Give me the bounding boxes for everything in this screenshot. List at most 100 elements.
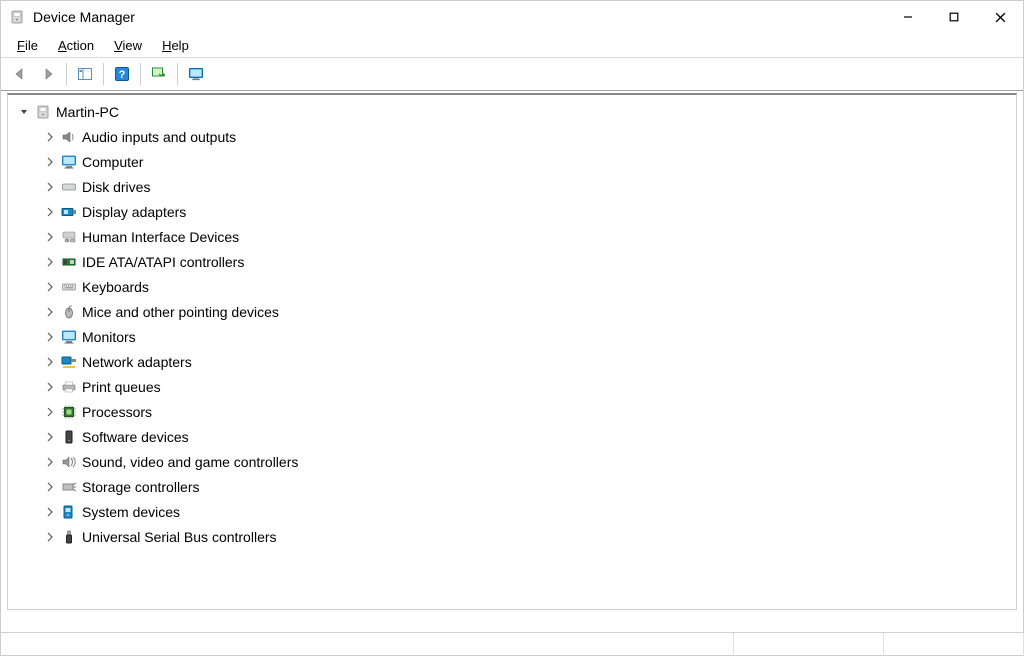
tree-item-label: Sound, video and game controllers — [82, 454, 298, 470]
disk-drive-icon — [60, 178, 78, 196]
keyboard-icon — [60, 278, 78, 296]
tree-item[interactable]: System devices — [8, 499, 1016, 524]
tree-item-label: Storage controllers — [82, 479, 200, 495]
scan-hardware-button[interactable] — [146, 62, 172, 86]
close-button[interactable] — [977, 1, 1023, 33]
chevron-right-icon[interactable] — [44, 331, 56, 343]
device-tree[interactable]: Martin-PC Audio inputs and outputs Comput… — [7, 93, 1017, 610]
status-pane — [0, 633, 734, 656]
forward-button[interactable] — [35, 62, 61, 86]
tree-item[interactable]: Keyboards — [8, 274, 1016, 299]
monitor-toolbar-button[interactable] — [183, 62, 209, 86]
tree-item-label: Human Interface Devices — [82, 229, 239, 245]
toolbar-separator — [140, 63, 141, 85]
tree-item[interactable]: Network adapters — [8, 349, 1016, 374]
chevron-right-icon[interactable] — [44, 306, 56, 318]
maximize-button[interactable] — [931, 1, 977, 33]
help-button[interactable] — [109, 62, 135, 86]
tree-item-label: Universal Serial Bus controllers — [82, 529, 277, 545]
processor-icon — [60, 403, 78, 421]
menu-action[interactable]: Action — [48, 36, 104, 55]
status-pane — [734, 633, 884, 656]
chevron-right-icon[interactable] — [44, 156, 56, 168]
toolbar-separator — [103, 63, 104, 85]
tree-root[interactable]: Martin-PC — [8, 99, 1016, 124]
tree-item[interactable]: Display adapters — [8, 199, 1016, 224]
menu-view[interactable]: View — [104, 36, 152, 55]
printer-icon — [60, 378, 78, 396]
scan-hardware-icon — [151, 66, 167, 82]
tree-item-label: Display adapters — [82, 204, 186, 220]
display-adapter-icon — [60, 203, 78, 221]
tree-item[interactable]: Print queues — [8, 374, 1016, 399]
chevron-right-icon[interactable] — [44, 231, 56, 243]
monitor-icon — [60, 328, 78, 346]
chevron-right-icon[interactable] — [44, 431, 56, 443]
back-button[interactable] — [7, 62, 33, 86]
chevron-right-icon[interactable] — [44, 181, 56, 193]
monitor-icon — [188, 66, 204, 82]
network-adapter-icon — [60, 353, 78, 371]
menu-file[interactable]: File — [7, 36, 48, 55]
chevron-right-icon[interactable] — [44, 356, 56, 368]
show-hide-console-tree-button[interactable] — [72, 62, 98, 86]
tree-item[interactable]: Software devices — [8, 424, 1016, 449]
tree-item[interactable]: Audio inputs and outputs — [8, 124, 1016, 149]
storage-controller-icon — [60, 478, 78, 496]
chevron-right-icon[interactable] — [44, 531, 56, 543]
chevron-right-icon[interactable] — [44, 131, 56, 143]
tree-item[interactable]: Computer — [8, 149, 1016, 174]
app-icon — [9, 9, 25, 25]
help-icon — [114, 66, 130, 82]
toolbar-separator — [66, 63, 67, 85]
status-bar — [0, 632, 1024, 656]
usb-icon — [60, 528, 78, 546]
tree-item-label: IDE ATA/ATAPI controllers — [82, 254, 244, 270]
tree-item-label: Mice and other pointing devices — [82, 304, 279, 320]
tree-item[interactable]: Sound, video and game controllers — [8, 449, 1016, 474]
minimize-button[interactable] — [885, 1, 931, 33]
tree-item[interactable]: Monitors — [8, 324, 1016, 349]
chevron-right-icon[interactable] — [44, 481, 56, 493]
show-hide-console-tree-icon — [77, 66, 93, 82]
title-bar: Device Manager — [1, 1, 1023, 33]
toolbar — [1, 57, 1023, 91]
tree-item[interactable]: IDE ATA/ATAPI controllers — [8, 249, 1016, 274]
mouse-icon — [60, 303, 78, 321]
menu-help[interactable]: Help — [152, 36, 199, 55]
tree-item[interactable]: Storage controllers — [8, 474, 1016, 499]
monitor-icon — [60, 153, 78, 171]
tree-item[interactable]: Human Interface Devices — [8, 224, 1016, 249]
chevron-right-icon[interactable] — [44, 256, 56, 268]
toolbar-separator — [177, 63, 178, 85]
tree-root-label: Martin-PC — [56, 104, 119, 120]
chevron-right-icon[interactable] — [44, 456, 56, 468]
chevron-right-icon[interactable] — [44, 406, 56, 418]
status-pane — [884, 633, 1024, 656]
tree-item-label: Processors — [82, 404, 152, 420]
tree-item-label: Audio inputs and outputs — [82, 129, 236, 145]
computer-icon — [34, 103, 52, 121]
window-controls — [885, 1, 1023, 33]
speaker-icon — [60, 128, 78, 146]
tree-item-label: Network adapters — [82, 354, 192, 370]
software-device-icon — [60, 428, 78, 446]
tree-item-label: Computer — [82, 154, 143, 170]
tree-item-label: Disk drives — [82, 179, 150, 195]
chevron-right-icon[interactable] — [44, 281, 56, 293]
tree-item[interactable]: Disk drives — [8, 174, 1016, 199]
tree-item[interactable]: Universal Serial Bus controllers — [8, 524, 1016, 549]
forward-arrow-icon — [40, 66, 56, 82]
chevron-down-icon[interactable] — [18, 106, 30, 118]
window-title: Device Manager — [33, 9, 885, 25]
system-device-icon — [60, 503, 78, 521]
tree-item[interactable]: Processors — [8, 399, 1016, 424]
menu-bar: File Action View Help — [1, 33, 1023, 57]
chevron-right-icon[interactable] — [44, 506, 56, 518]
tree-item[interactable]: Mice and other pointing devices — [8, 299, 1016, 324]
tree-item-label: System devices — [82, 504, 180, 520]
tree-item-label: Software devices — [82, 429, 189, 445]
tree-item-label: Monitors — [82, 329, 136, 345]
chevron-right-icon[interactable] — [44, 381, 56, 393]
chevron-right-icon[interactable] — [44, 206, 56, 218]
